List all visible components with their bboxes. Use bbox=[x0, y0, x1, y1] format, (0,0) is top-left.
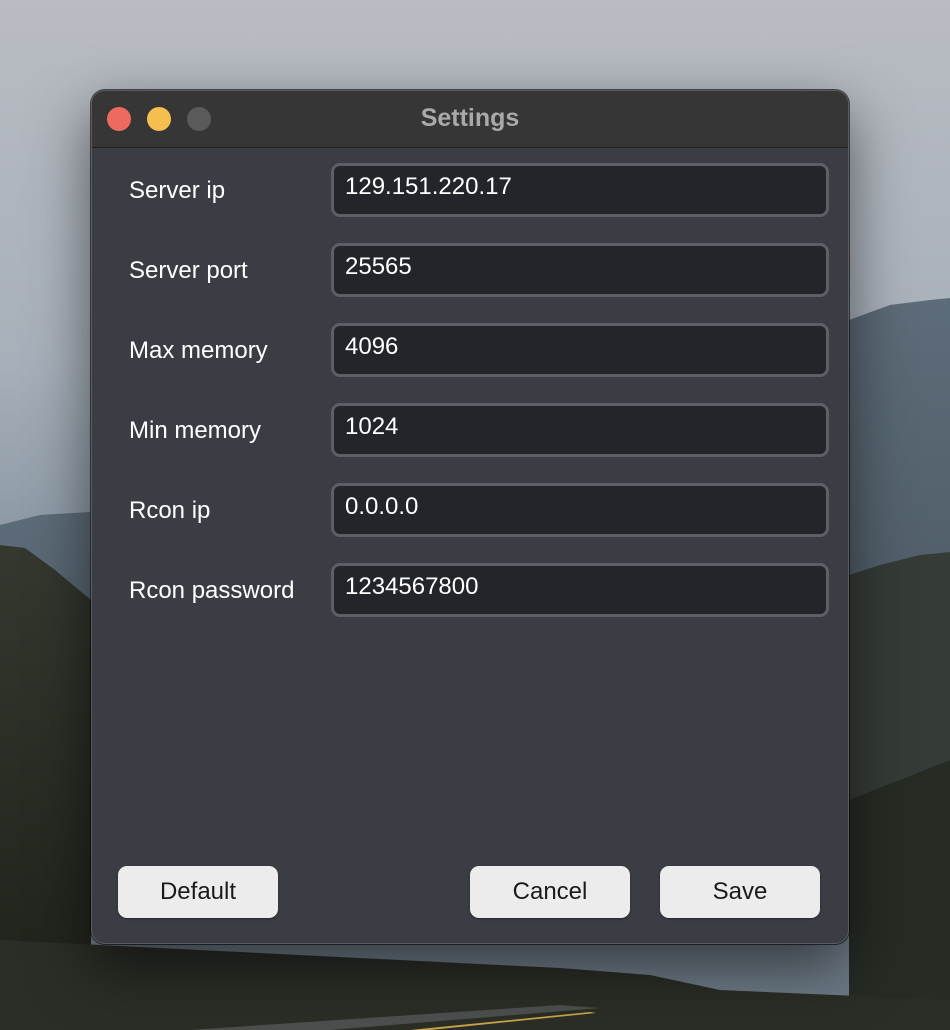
field-row-min-memory: Min memory bbox=[92, 403, 848, 457]
field-row-rcon-ip: Rcon ip bbox=[92, 483, 848, 537]
cancel-button[interactable]: Cancel bbox=[470, 866, 630, 918]
min-memory-label: Min memory bbox=[129, 417, 262, 444]
save-button[interactable]: Save bbox=[660, 866, 820, 918]
settings-window: Settings Server ip Server port Max memor… bbox=[91, 90, 849, 944]
server-port-label: Server port bbox=[129, 257, 248, 284]
max-memory-input[interactable] bbox=[331, 323, 829, 377]
window-title: Settings bbox=[420, 104, 520, 132]
field-row-server-port: Server port bbox=[92, 243, 848, 297]
rcon-ip-label: Rcon ip bbox=[129, 497, 211, 524]
field-row-max-memory: Max memory bbox=[92, 323, 848, 377]
title-bar[interactable]: Settings bbox=[92, 91, 848, 148]
field-row-rcon-password: Rcon password bbox=[92, 563, 848, 617]
server-port-input[interactable] bbox=[331, 243, 829, 297]
min-memory-input[interactable] bbox=[331, 403, 829, 457]
rcon-password-label: Rcon password bbox=[129, 577, 295, 604]
max-memory-label: Max memory bbox=[129, 337, 268, 364]
server-ip-label: Server ip bbox=[129, 177, 226, 204]
default-button[interactable]: Default bbox=[118, 866, 278, 918]
rcon-password-input[interactable] bbox=[331, 563, 829, 617]
field-row-server-ip: Server ip bbox=[92, 163, 848, 217]
server-ip-input[interactable] bbox=[331, 163, 829, 217]
rcon-ip-input[interactable] bbox=[331, 483, 829, 537]
